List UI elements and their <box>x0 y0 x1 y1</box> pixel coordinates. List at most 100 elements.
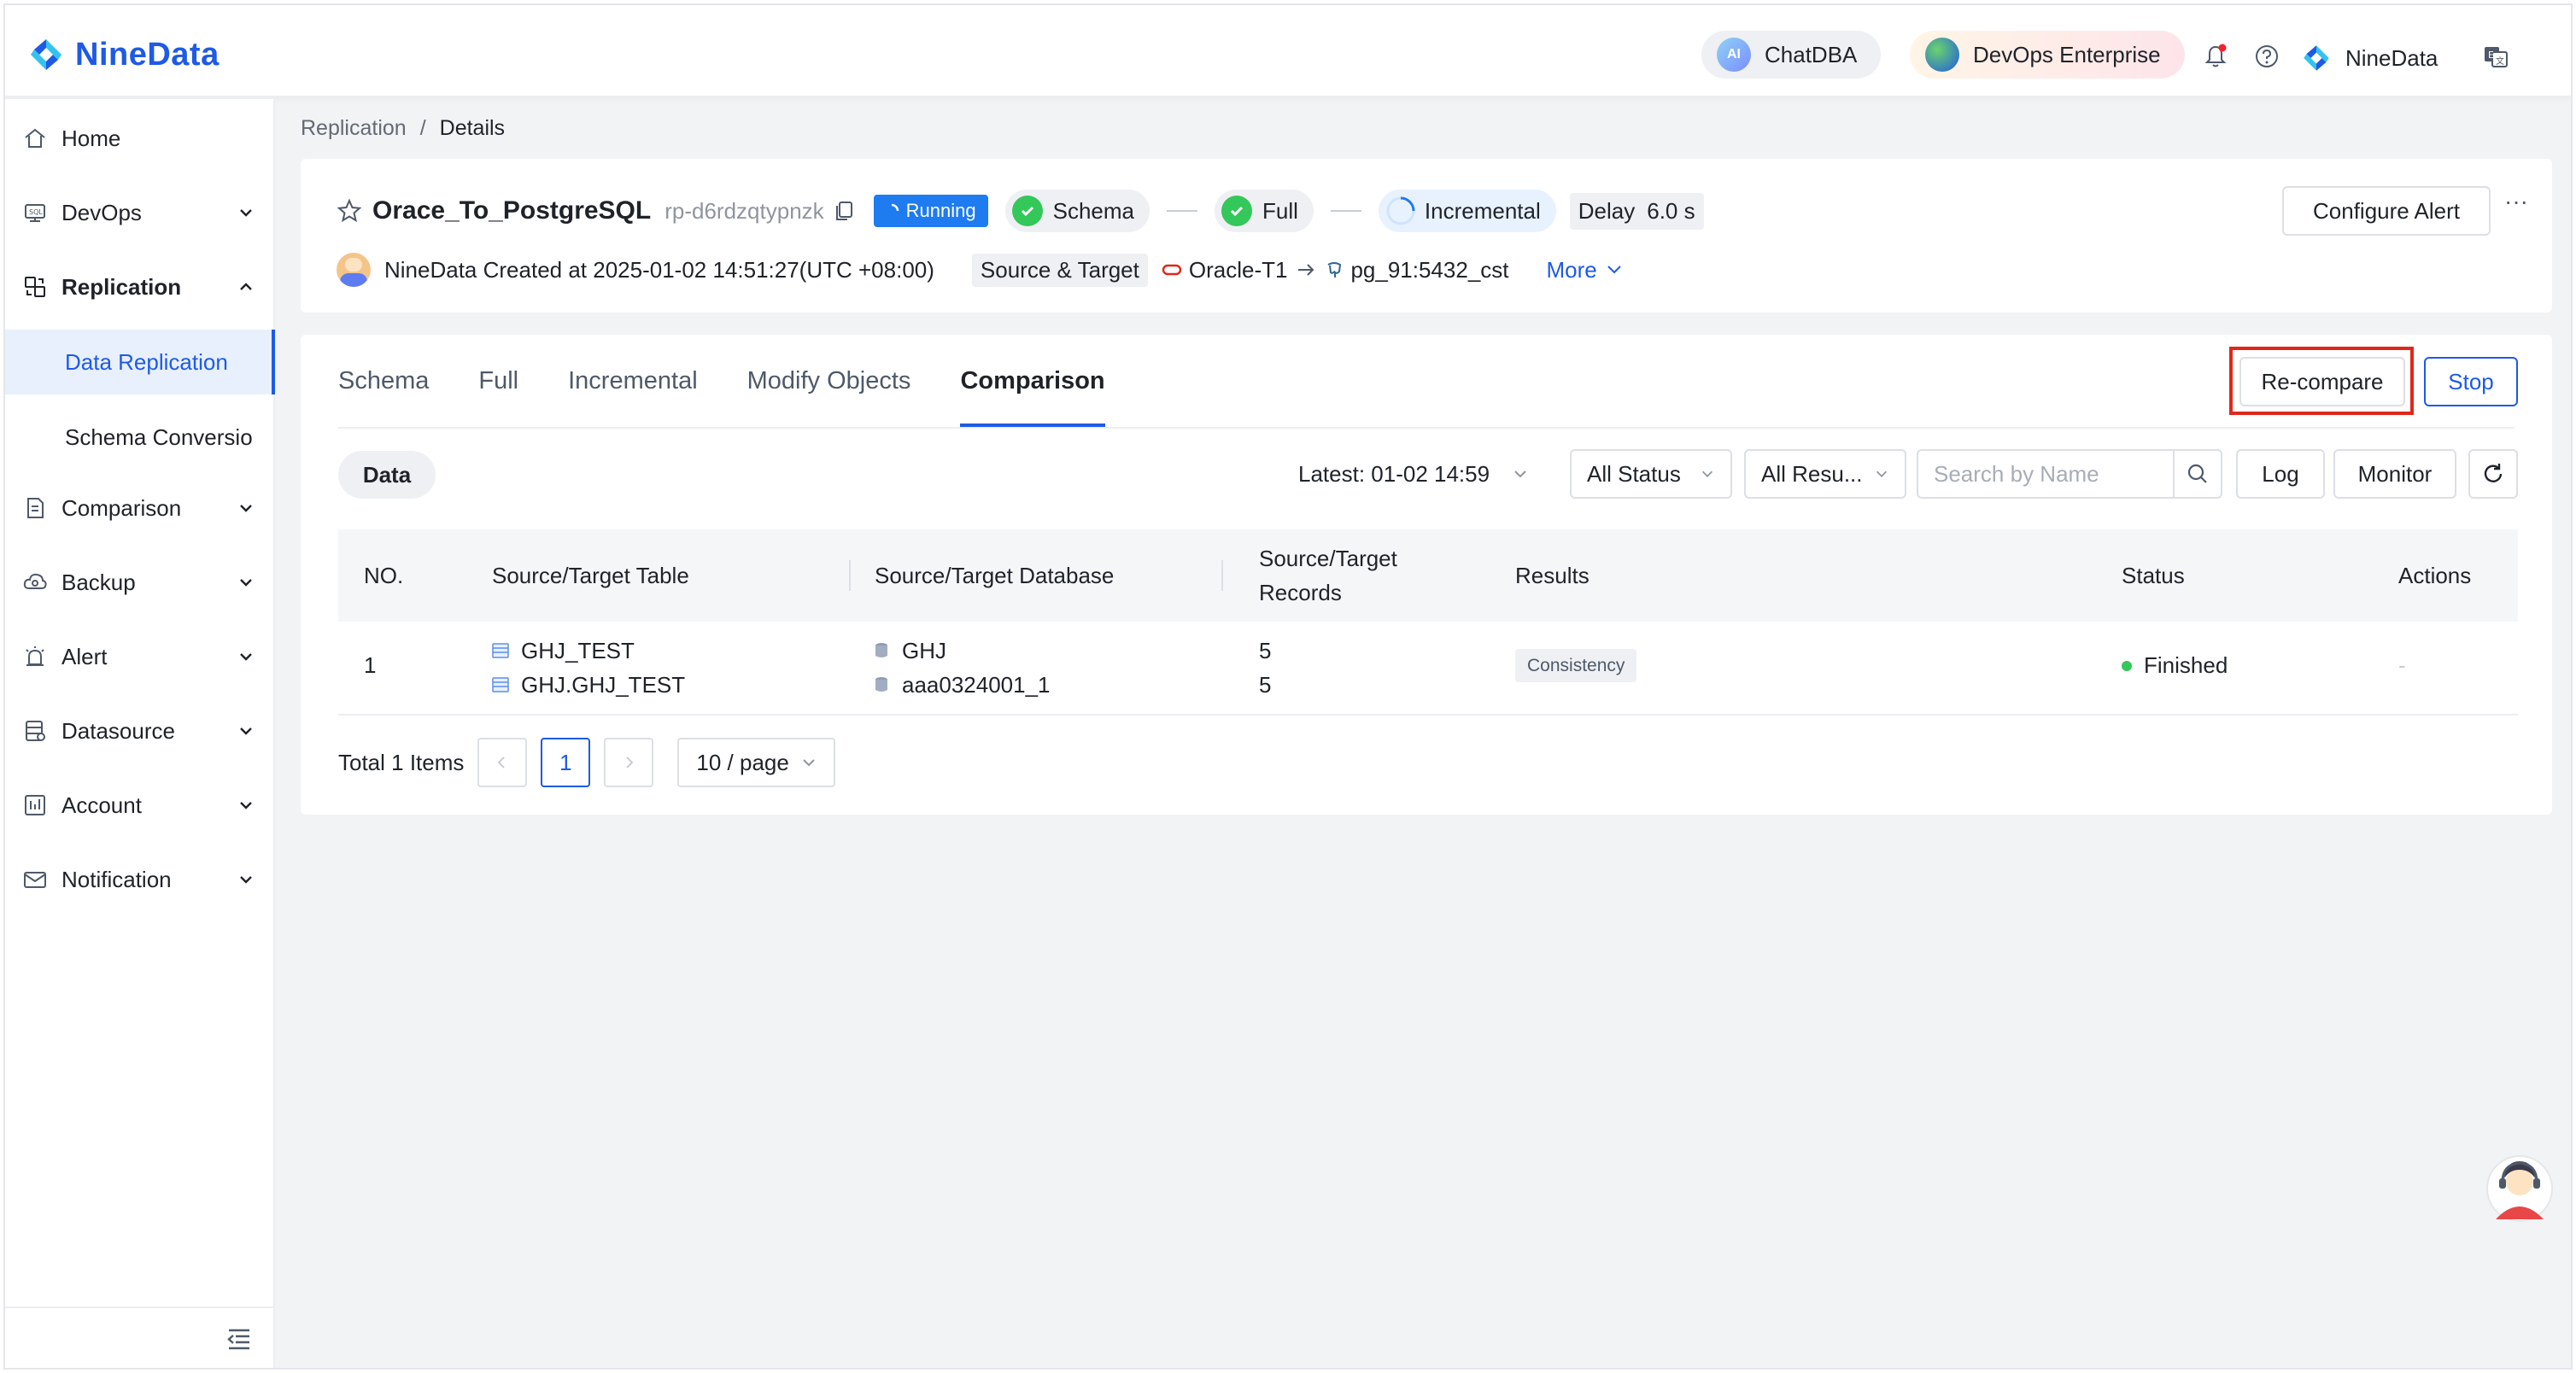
sidebar-item-account[interactable]: Account <box>5 774 275 836</box>
log-button[interactable]: Log <box>2236 449 2325 499</box>
sidebar-item-label: DevOps <box>61 199 142 225</box>
search-placeholder: Search by Name <box>1934 460 2099 487</box>
target-records: 5 <box>1259 671 1272 698</box>
tab-modify-objects[interactable]: Modify Objects <box>747 335 911 427</box>
row-databases: GHJ aaa0324001_1 <box>875 634 1051 702</box>
ai-icon: AI <box>1717 38 1751 72</box>
oracle-icon <box>1162 264 1182 276</box>
search-input[interactable]: Search by Name <box>1917 449 2176 499</box>
top-bar: NineData AI ChatDBA DevOps Enterprise Ni… <box>5 5 2571 97</box>
column-separator <box>1221 560 1223 591</box>
sidebar-item-devops[interactable]: SQL DevOps <box>5 182 275 243</box>
sidebar-item-label: Account <box>61 792 142 818</box>
row-result: Consistency <box>1515 649 1637 682</box>
bell-icon[interactable] <box>2202 43 2229 70</box>
latest-run-select[interactable]: Latest: 01-02 14:59 <box>1298 449 1529 499</box>
table-row[interactable]: 1 GHJ_TEST GHJ.GHJ_TEST GHJ aaa0324001_1… <box>338 622 2518 716</box>
stop-button[interactable]: Stop <box>2424 357 2518 406</box>
copy-icon[interactable] <box>833 200 855 222</box>
stage-label: Full <box>1262 197 1298 224</box>
postgresql-icon <box>1327 262 1342 278</box>
breadcrumb-parent[interactable]: Replication <box>301 116 407 141</box>
sidebar-item-alert[interactable]: Alert <box>5 626 275 687</box>
page-number-button[interactable]: 1 <box>541 738 591 787</box>
mail-icon <box>24 872 46 888</box>
breadcrumb: Replication / Details <box>301 116 505 141</box>
stage-connector <box>1167 210 1197 212</box>
sidebar-item-notification[interactable]: Notification <box>5 849 275 910</box>
loading-icon <box>1386 196 1415 225</box>
brand-logo[interactable]: NineData <box>27 36 220 73</box>
source-target-tag: Source & Target <box>971 253 1148 287</box>
page-size-label: 10 / page <box>696 749 789 775</box>
status-filter-select[interactable]: All Status <box>1570 449 1732 499</box>
stage-connector <box>1330 210 1361 212</box>
menu-collapse-icon[interactable] <box>225 1327 253 1351</box>
check-icon <box>1011 196 1043 226</box>
page-size-select[interactable]: 10 / page <box>677 738 835 787</box>
sidebar-item-home[interactable]: Home <box>5 108 275 169</box>
tab-full[interactable]: Full <box>478 335 518 427</box>
comparison-icon <box>27 498 44 518</box>
sidebar-item-comparison[interactable]: Comparison <box>5 477 275 539</box>
backup-icon <box>23 573 47 589</box>
status-dot <box>2122 660 2132 671</box>
sidebar-item-label: Notification <box>61 866 172 892</box>
tab-comparison[interactable]: Comparison <box>960 335 1105 427</box>
account-icon <box>25 795 45 815</box>
chatdba-button[interactable]: AI ChatDBA <box>1701 31 1882 79</box>
chevron-down-icon <box>1701 470 1713 477</box>
search-button[interactable] <box>2173 449 2222 499</box>
breadcrumb-current: Details <box>439 116 506 140</box>
chevron-down-icon <box>240 505 252 512</box>
sidebar-item-backup[interactable]: Backup <box>5 552 275 613</box>
tab-schema[interactable]: Schema <box>338 335 429 427</box>
help-icon[interactable] <box>2253 43 2280 70</box>
more-actions-button[interactable]: ··· <box>2504 188 2528 215</box>
user-menu[interactable]: NineData <box>2301 43 2438 73</box>
source-name[interactable]: Oracle-T1 <box>1189 257 1288 283</box>
chevron-down-icon <box>1607 266 1621 274</box>
stage-full: Full <box>1215 190 1314 232</box>
col-records-line2: Records <box>1259 580 1342 605</box>
sidebar-item-replication[interactable]: Replication <box>5 256 275 318</box>
devops-enterprise-button[interactable]: DevOps Enterprise <box>1910 31 2185 79</box>
row-tables: GHJ_TEST GHJ.GHJ_TEST <box>492 634 685 702</box>
check-icon <box>1221 196 1252 226</box>
table-icon <box>492 643 509 658</box>
language-icon[interactable]: E 文 <box>2482 43 2509 70</box>
more-link[interactable]: More <box>1547 257 1623 283</box>
support-assistant-icon[interactable] <box>2485 1149 2554 1223</box>
ninedata-logo-icon <box>31 39 61 70</box>
next-page-button[interactable] <box>604 738 654 787</box>
target-name[interactable]: pg_91:5432_cst <box>1350 257 1508 283</box>
refresh-button[interactable] <box>2468 449 2518 499</box>
col-actions: Actions <box>2398 562 2472 588</box>
total-items: Total 1 Items <box>338 749 465 775</box>
sidebar-item-schema-conversion[interactable]: Schema Conversio <box>5 405 275 470</box>
prev-page-button[interactable] <box>477 738 528 787</box>
created-info: NineData Created at 2025-01-02 14:51:27(… <box>384 256 934 283</box>
tab-incremental[interactable]: Incremental <box>568 335 698 427</box>
comparison-card: Schema Full Incremental Modify Objects C… <box>301 335 2552 815</box>
col-status: Status <box>2122 562 2185 588</box>
table-icon <box>492 677 509 692</box>
monitor-button[interactable]: Monitor <box>2333 449 2456 499</box>
configure-alert-button[interactable]: Configure Alert <box>2282 186 2491 236</box>
star-icon[interactable] <box>337 198 362 224</box>
delay-label: Delay <box>1578 197 1636 224</box>
table-header: NO. Source/Target Table Source/Target Da… <box>338 529 2518 622</box>
chevron-down-icon <box>240 653 252 661</box>
data-tab-pill[interactable]: Data <box>338 451 436 499</box>
result-filter-select[interactable]: All Resu... <box>1744 449 1906 499</box>
target-db-name: aaa0324001_1 <box>902 671 1051 698</box>
row-no: 1 <box>364 652 377 678</box>
chevron-down-icon <box>803 759 815 767</box>
sidebar-item-label: Comparison <box>61 494 182 521</box>
sidebar-item-data-replication[interactable]: Data Replication <box>5 330 275 394</box>
sidebar-item-datasource[interactable]: Datasource <box>5 700 275 762</box>
task-id: rp-d6rdzqtypnzk <box>664 197 824 224</box>
recompare-button[interactable]: Re-compare <box>2239 357 2405 406</box>
sidebar-item-label: Data Replication <box>65 348 228 375</box>
stage-label: Incremental <box>1424 197 1541 224</box>
